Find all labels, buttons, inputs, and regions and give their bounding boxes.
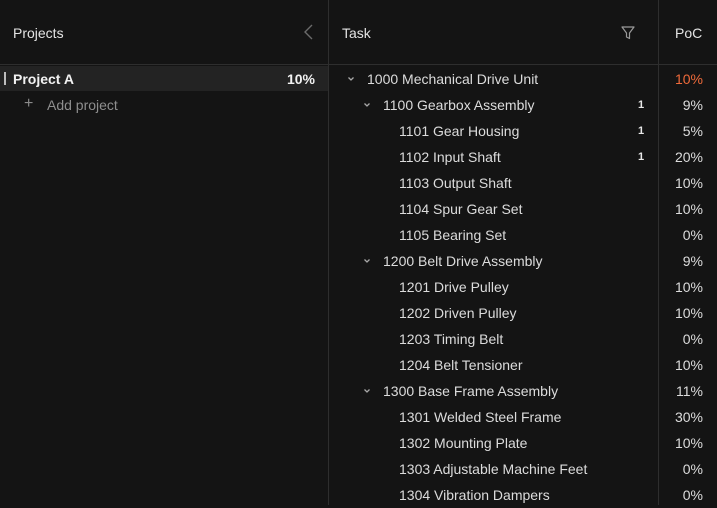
task-poc-value: 10%: [674, 71, 703, 87]
task-row[interactable]: 1303 Adjustable Machine Feet 0%: [329, 456, 717, 482]
task-row[interactable]: 1302 Mounting Plate 10%: [329, 430, 717, 456]
task-row[interactable]: 1301 Welded Steel Frame 30%: [329, 404, 717, 430]
task-row[interactable]: 1304 Vibration Dampers 0%: [329, 482, 717, 508]
task-name: 1100 Gearbox Assembly: [383, 97, 535, 113]
poc-header-label: PoC: [675, 25, 703, 41]
chevron-down-icon[interactable]: [362, 97, 372, 107]
project-name: Project A: [13, 71, 74, 87]
task-row[interactable]: 1000 Mechanical Drive Unit 10%: [329, 66, 717, 92]
task-column-header: Task: [329, 0, 658, 65]
task-count-badge: 1: [638, 125, 645, 137]
poc-column-header: PoC: [659, 0, 717, 65]
project-item[interactable]: Project A 10%: [0, 66, 328, 91]
task-poc-value: 9%: [682, 253, 703, 269]
task-poc-value: 0%: [682, 487, 703, 503]
task-poc-value: 0%: [682, 331, 703, 347]
task-poc-value: 5%: [682, 123, 703, 139]
task-poc-value: 10%: [674, 279, 703, 295]
task-name: 1302 Mounting Plate: [399, 435, 528, 451]
task-name: 1000 Mechanical Drive Unit: [367, 71, 539, 87]
task-name: 1204 Belt Tensioner: [399, 357, 523, 373]
task-name: 1105 Bearing Set: [399, 227, 507, 243]
projects-title: Projects: [13, 25, 64, 41]
task-poc-value: 30%: [674, 409, 703, 425]
task-name: 1104 Spur Gear Set: [399, 201, 523, 217]
chevron-left-icon[interactable]: [302, 23, 316, 41]
task-poc-value: 0%: [682, 461, 703, 477]
chevron-down-icon[interactable]: [362, 383, 372, 393]
task-row[interactable]: 1102 Input Shaft 1 20%: [329, 144, 717, 170]
task-name: 1301 Welded Steel Frame: [399, 409, 562, 425]
task-row[interactable]: 1203 Timing Belt 0%: [329, 326, 717, 352]
task-row[interactable]: 1201 Drive Pulley 10%: [329, 274, 717, 300]
chevron-down-icon[interactable]: [346, 71, 356, 81]
task-name: 1304 Vibration Dampers: [399, 487, 550, 503]
task-name: 1101 Gear Housing: [399, 123, 520, 139]
projects-header: Projects: [0, 0, 328, 65]
task-header-label: Task: [342, 25, 371, 41]
task-count-badge: 1: [638, 99, 645, 111]
task-row[interactable]: 1100 Gearbox Assembly 1 9%: [329, 92, 717, 118]
task-name: 1202 Driven Pulley: [399, 305, 517, 321]
task-name: 1200 Belt Drive Assembly: [383, 253, 543, 269]
task-row[interactable]: 1103 Output Shaft 10%: [329, 170, 717, 196]
task-name: 1103 Output Shaft: [399, 175, 512, 191]
chevron-down-icon[interactable]: [362, 253, 372, 263]
add-project-label: Add project: [47, 97, 118, 113]
plus-icon: +: [24, 95, 34, 112]
selection-indicator: [4, 72, 6, 85]
task-poc-value: 10%: [674, 175, 703, 191]
task-row[interactable]: 1204 Belt Tensioner 10%: [329, 352, 717, 378]
projects-panel: Projects Project A 10% + Add project: [0, 0, 328, 505]
task-name: 1102 Input Shaft: [399, 149, 501, 165]
task-row[interactable]: 1200 Belt Drive Assembly 9%: [329, 248, 717, 274]
task-row[interactable]: 1104 Spur Gear Set 10%: [329, 196, 717, 222]
task-poc-value: 10%: [674, 201, 703, 217]
task-poc-value: 11%: [676, 383, 703, 399]
task-name: 1300 Base Frame Assembly: [383, 383, 559, 399]
task-poc-value: 0%: [682, 227, 703, 243]
task-row[interactable]: 1105 Bearing Set 0%: [329, 222, 717, 248]
task-poc-value: 10%: [674, 435, 703, 451]
task-count-badge: 1: [638, 151, 645, 163]
filter-icon[interactable]: [620, 25, 636, 41]
task-row[interactable]: 1101 Gear Housing 1 5%: [329, 118, 717, 144]
task-poc-value: 10%: [674, 357, 703, 373]
task-poc-value: 10%: [674, 305, 703, 321]
task-row[interactable]: 1202 Driven Pulley 10%: [329, 300, 717, 326]
task-name: 1201 Drive Pulley: [399, 279, 509, 295]
task-name: 1203 Timing Belt: [399, 331, 504, 347]
task-poc-value: 20%: [674, 149, 703, 165]
task-name: 1303 Adjustable Machine Feet: [399, 461, 588, 477]
add-project-button[interactable]: + Add project: [0, 92, 328, 118]
task-poc-value: 9%: [682, 97, 703, 113]
task-row[interactable]: 1300 Base Frame Assembly 11%: [329, 378, 717, 404]
project-percent: 10%: [286, 71, 315, 87]
